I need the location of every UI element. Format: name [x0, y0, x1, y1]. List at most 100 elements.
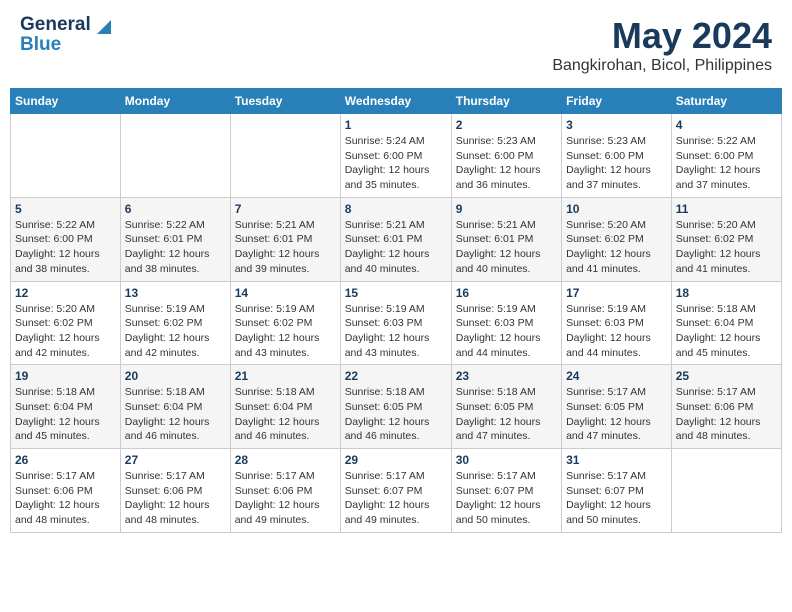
day-header-sunday: Sunday — [11, 89, 121, 114]
calendar-cell: 25 Sunrise: 5:17 AMSunset: 6:06 PMDayligh… — [671, 365, 781, 449]
calendar-cell — [120, 114, 230, 198]
day-info: Sunrise: 5:20 AMSunset: 6:02 PMDaylight:… — [566, 218, 667, 277]
calendar-cell: 15Sunrise: 5:19 AMSunset: 6:03 PMDayligh… — [340, 281, 451, 365]
day-number: 13 — [125, 286, 226, 300]
calendar-cell: 14 Sunrise: 5:19 AMSunset: 6:02 PMDayligh… — [230, 281, 340, 365]
day-number: 21 — [235, 369, 336, 383]
calendar-cell: 31 Sunrise: 5:17 AMSunset: 6:07 PMDayligh… — [562, 449, 672, 533]
day-number: 2 — [456, 118, 557, 132]
day-header-saturday: Saturday — [671, 89, 781, 114]
day-header-thursday: Thursday — [451, 89, 561, 114]
day-number: 10 — [566, 202, 667, 216]
day-info: Sunrise: 5:22 AMSunset: 6:01 PMDaylight:… — [125, 218, 226, 277]
calendar-cell: 4Sunrise: 5:22 AMSunset: 6:00 PMDaylight… — [671, 114, 781, 198]
day-info: Sunrise: 5:19 AMSunset: 6:03 PMDaylight:… — [456, 302, 557, 361]
day-info: Sunrise: 5:24 AMSunset: 6:00 PMDaylight:… — [345, 134, 447, 193]
day-header-monday: Monday — [120, 89, 230, 114]
calendar-cell: 16 Sunrise: 5:19 AMSunset: 6:03 PMDayligh… — [451, 281, 561, 365]
day-info: Sunrise: 5:19 AMSunset: 6:02 PMDaylight:… — [235, 302, 336, 361]
day-info: Sunrise: 5:17 AMSunset: 6:07 PMDaylight:… — [566, 469, 667, 528]
calendar-cell: 18 Sunrise: 5:18 AMSunset: 6:04 PMDayligh… — [671, 281, 781, 365]
day-number: 5 — [15, 202, 116, 216]
day-number: 7 — [235, 202, 336, 216]
day-info: Sunrise: 5:18 AMSunset: 6:04 PMDaylight:… — [676, 302, 777, 361]
calendar-cell: 8Sunrise: 5:21 AMSunset: 6:01 PMDaylight… — [340, 197, 451, 281]
page-title: May 2024 — [552, 15, 772, 57]
day-info: Sunrise: 5:17 AMSunset: 6:06 PMDaylight:… — [235, 469, 336, 528]
day-number: 24 — [566, 369, 667, 383]
calendar-cell: 6 Sunrise: 5:22 AMSunset: 6:01 PMDaylight… — [120, 197, 230, 281]
calendar-cell: 12 Sunrise: 5:20 AMSunset: 6:02 PMDayligh… — [11, 281, 121, 365]
day-number: 20 — [125, 369, 226, 383]
calendar-cell: 29 Sunrise: 5:17 AMSunset: 6:07 PMDayligh… — [340, 449, 451, 533]
calendar-cell: 23 Sunrise: 5:18 AMSunset: 6:05 PMDayligh… — [451, 365, 561, 449]
day-number: 28 — [235, 453, 336, 467]
calendar-cell: 26 Sunrise: 5:17 AMSunset: 6:06 PMDayligh… — [11, 449, 121, 533]
calendar-cell: 3Sunrise: 5:23 AMSunset: 6:00 PMDaylight… — [562, 114, 672, 198]
day-info: Sunrise: 5:21 AMSunset: 6:01 PMDaylight:… — [456, 218, 557, 277]
day-number: 23 — [456, 369, 557, 383]
day-info: Sunrise: 5:17 AMSunset: 6:06 PMDaylight:… — [15, 469, 116, 528]
day-info: Sunrise: 5:17 AMSunset: 6:07 PMDaylight:… — [345, 469, 447, 528]
day-number: 17 — [566, 286, 667, 300]
day-header-tuesday: Tuesday — [230, 89, 340, 114]
day-number: 16 — [456, 286, 557, 300]
day-number: 1 — [345, 118, 447, 132]
day-info: Sunrise: 5:17 AMSunset: 6:05 PMDaylight:… — [566, 385, 667, 444]
day-number: 29 — [345, 453, 447, 467]
calendar-cell: 13 Sunrise: 5:19 AMSunset: 6:02 PMDayligh… — [120, 281, 230, 365]
calendar-cell: 17 Sunrise: 5:19 AMSunset: 6:03 PMDayligh… — [562, 281, 672, 365]
day-info: Sunrise: 5:20 AMSunset: 6:02 PMDaylight:… — [676, 218, 777, 277]
day-info: Sunrise: 5:18 AMSunset: 6:04 PMDaylight:… — [235, 385, 336, 444]
calendar-cell: 21 Sunrise: 5:18 AMSunset: 6:04 PMDayligh… — [230, 365, 340, 449]
day-info: Sunrise: 5:21 AMSunset: 6:01 PMDaylight:… — [235, 218, 336, 277]
calendar-table: SundayMondayTuesdayWednesdayThursdayFrid… — [10, 88, 782, 533]
day-info: Sunrise: 5:17 AMSunset: 6:07 PMDaylight:… — [456, 469, 557, 528]
day-info: Sunrise: 5:21 AMSunset: 6:01 PMDaylight:… — [345, 218, 447, 277]
calendar-cell: 22Sunrise: 5:18 AMSunset: 6:05 PMDayligh… — [340, 365, 451, 449]
calendar-cell: 11 Sunrise: 5:20 AMSunset: 6:02 PMDayligh… — [671, 197, 781, 281]
logo: General Blue — [20, 15, 115, 55]
day-number: 6 — [125, 202, 226, 216]
day-info: Sunrise: 5:17 AMSunset: 6:06 PMDaylight:… — [676, 385, 777, 444]
day-number: 26 — [15, 453, 116, 467]
day-number: 25 — [676, 369, 777, 383]
day-info: Sunrise: 5:18 AMSunset: 6:04 PMDaylight:… — [125, 385, 226, 444]
calendar-week-5: 26 Sunrise: 5:17 AMSunset: 6:06 PMDayligh… — [11, 449, 782, 533]
calendar-cell: 20 Sunrise: 5:18 AMSunset: 6:04 PMDayligh… — [120, 365, 230, 449]
calendar-week-2: 5 Sunrise: 5:22 AMSunset: 6:00 PMDaylight… — [11, 197, 782, 281]
day-number: 31 — [566, 453, 667, 467]
day-number: 14 — [235, 286, 336, 300]
calendar-cell: 28 Sunrise: 5:17 AMSunset: 6:06 PMDayligh… — [230, 449, 340, 533]
day-info: Sunrise: 5:23 AMSunset: 6:00 PMDaylight:… — [456, 134, 557, 193]
day-info: Sunrise: 5:19 AMSunset: 6:03 PMDaylight:… — [566, 302, 667, 361]
calendar-cell — [230, 114, 340, 198]
day-info: Sunrise: 5:18 AMSunset: 6:05 PMDaylight:… — [456, 385, 557, 444]
day-number: 15 — [345, 286, 447, 300]
day-header-friday: Friday — [562, 89, 672, 114]
page-header: General Blue May 2024 Bangkirohan, Bicol… — [10, 10, 782, 80]
calendar-week-3: 12 Sunrise: 5:20 AMSunset: 6:02 PMDayligh… — [11, 281, 782, 365]
calendar-cell: 5 Sunrise: 5:22 AMSunset: 6:00 PMDaylight… — [11, 197, 121, 281]
calendar-cell: 27Sunrise: 5:17 AMSunset: 6:06 PMDayligh… — [120, 449, 230, 533]
calendar-cell: 2 Sunrise: 5:23 AMSunset: 6:00 PMDaylight… — [451, 114, 561, 198]
day-number: 12 — [15, 286, 116, 300]
calendar-cell: 30 Sunrise: 5:17 AMSunset: 6:07 PMDayligh… — [451, 449, 561, 533]
day-info: Sunrise: 5:18 AMSunset: 6:05 PMDaylight:… — [345, 385, 447, 444]
day-number: 18 — [676, 286, 777, 300]
title-area: May 2024 Bangkirohan, Bicol, Philippines — [552, 15, 772, 75]
day-info: Sunrise: 5:18 AMSunset: 6:04 PMDaylight:… — [15, 385, 116, 444]
day-info: Sunrise: 5:20 AMSunset: 6:02 PMDaylight:… — [15, 302, 116, 361]
page-subtitle: Bangkirohan, Bicol, Philippines — [552, 57, 772, 75]
day-info: Sunrise: 5:19 AMSunset: 6:02 PMDaylight:… — [125, 302, 226, 361]
calendar-cell — [671, 449, 781, 533]
day-number: 19 — [15, 369, 116, 383]
day-info: Sunrise: 5:22 AMSunset: 6:00 PMDaylight:… — [15, 218, 116, 277]
calendar-week-1: 1 Sunrise: 5:24 AMSunset: 6:00 PMDaylight… — [11, 114, 782, 198]
calendar-cell: 10 Sunrise: 5:20 AMSunset: 6:02 PMDayligh… — [562, 197, 672, 281]
day-info: Sunrise: 5:23 AMSunset: 6:00 PMDaylight:… — [566, 134, 667, 193]
day-number: 30 — [456, 453, 557, 467]
day-number: 11 — [676, 202, 777, 216]
calendar-cell — [11, 114, 121, 198]
day-info: Sunrise: 5:22 AMSunset: 6:00 PMDaylight:… — [676, 134, 777, 193]
